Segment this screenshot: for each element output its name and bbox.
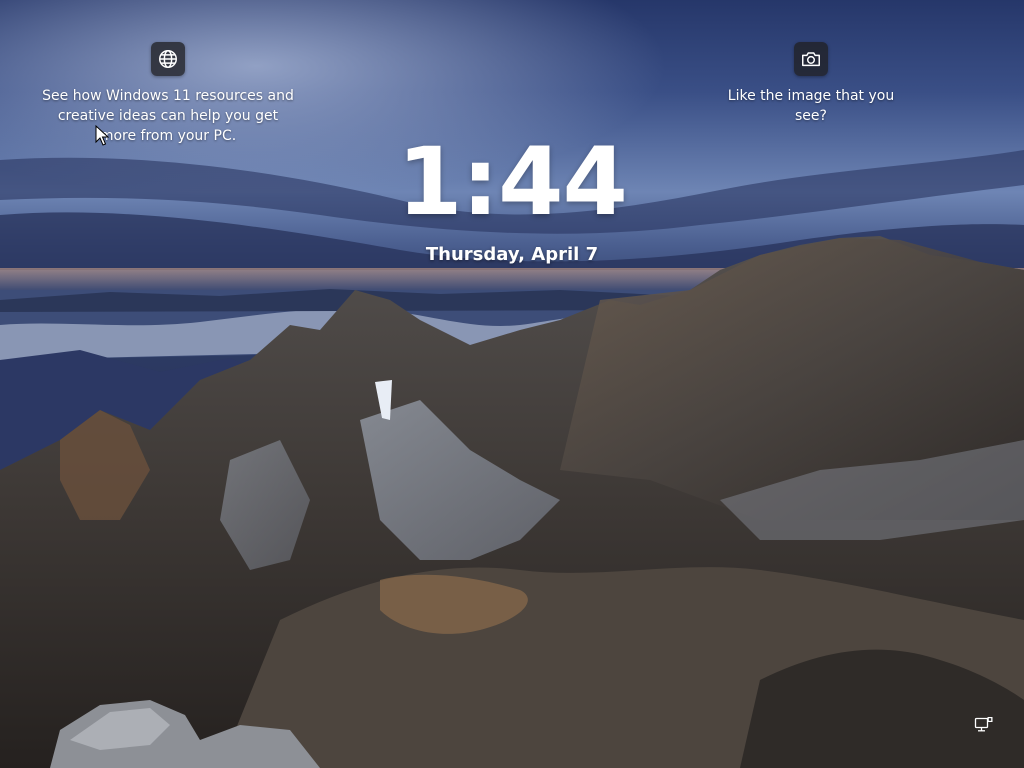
- lock-screen-date: Thursday, April 7: [425, 244, 599, 265]
- learn-more-text[interactable]: See how Windows 11 resources and creativ…: [40, 86, 296, 146]
- lock-screen-clock: 1:44: [397, 128, 628, 237]
- camera-icon[interactable]: [794, 42, 828, 76]
- lock-screen[interactable]: See how Windows 11 resources and creativ…: [0, 0, 1024, 768]
- like-image-text[interactable]: Like the image that you see?: [710, 86, 912, 126]
- globe-icon[interactable]: [151, 42, 185, 76]
- spotlight-like-image[interactable]: Like the image that you see?: [710, 42, 912, 126]
- spotlight-learn-more[interactable]: See how Windows 11 resources and creativ…: [40, 42, 296, 146]
- network-ethernet-icon[interactable]: [974, 716, 994, 734]
